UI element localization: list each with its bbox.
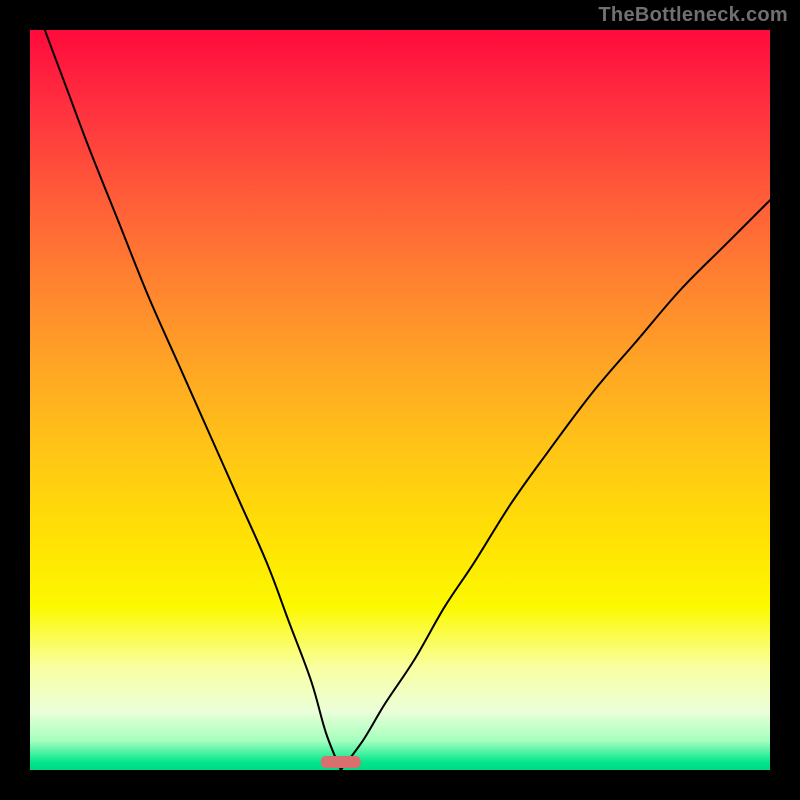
minimum-marker (321, 756, 361, 768)
right-branch-curve (341, 200, 770, 770)
chart-frame: TheBottleneck.com (0, 0, 800, 800)
watermark-text: TheBottleneck.com (598, 4, 788, 27)
plot-area (30, 30, 770, 770)
left-branch-curve (45, 30, 341, 770)
curve-layer (30, 30, 770, 770)
